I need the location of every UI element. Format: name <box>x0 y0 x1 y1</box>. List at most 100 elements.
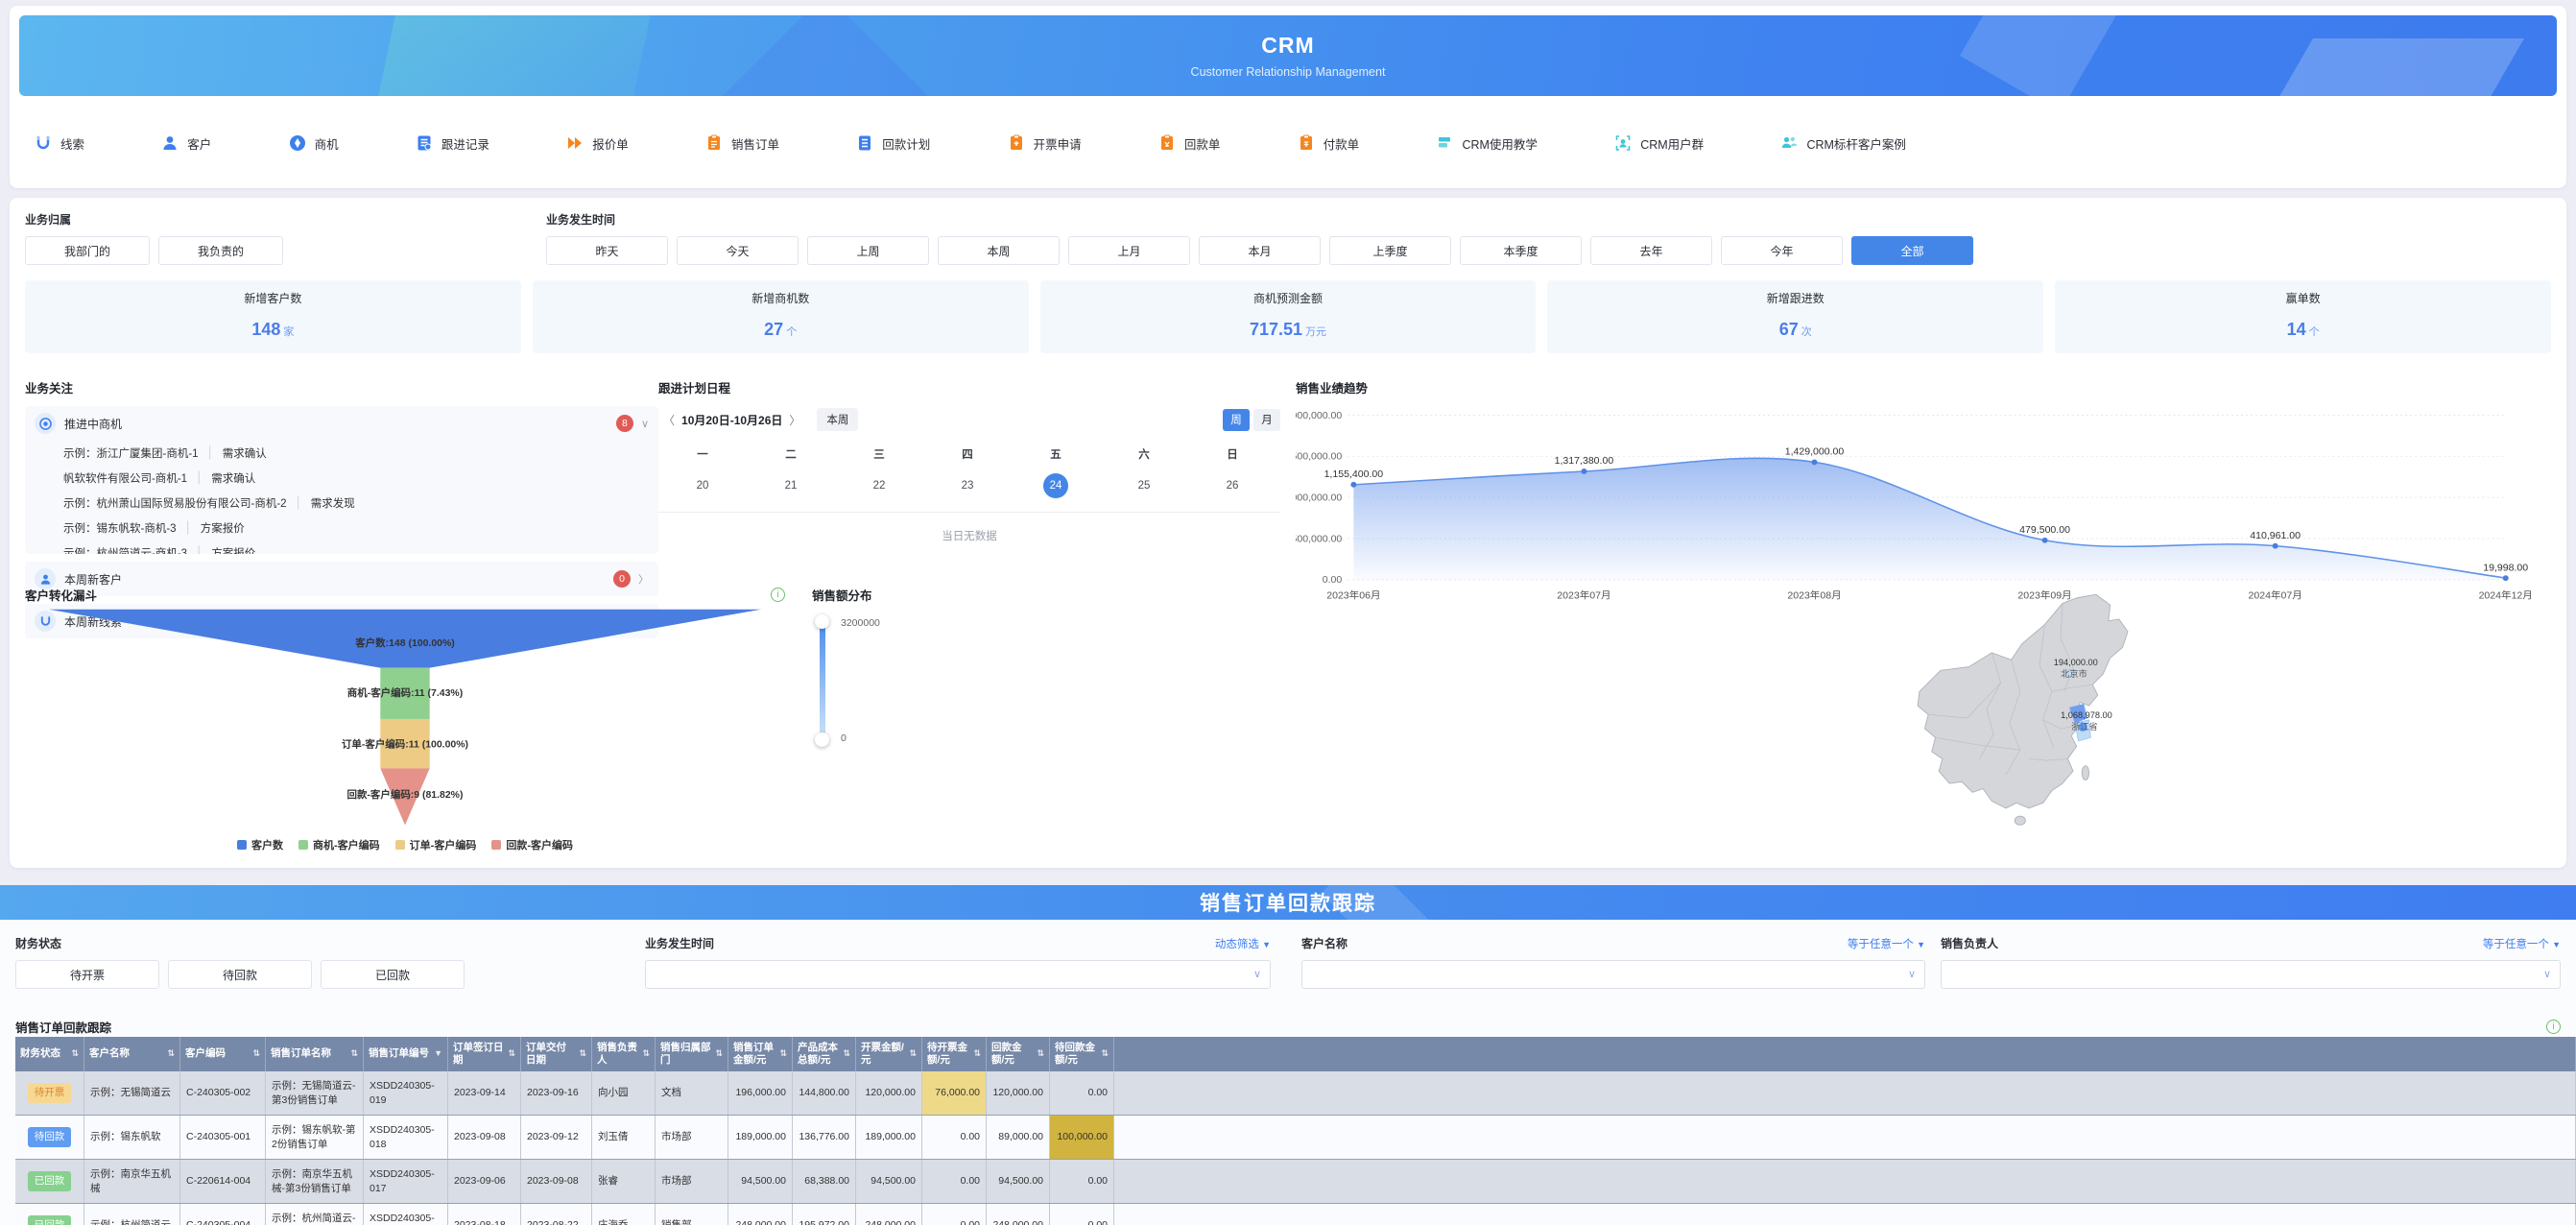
trend-area-chart[interactable]: 2,000,000.00 1,500,000.00 1,000,000.00 5… <box>1296 396 2551 610</box>
focus-item[interactable]: 帆软软件有限公司-商机-1│需求确认 <box>25 466 658 491</box>
sort-icon[interactable]: ⇅ <box>906 1048 917 1059</box>
sales-distribution-slider[interactable]: 3200000 0 <box>820 619 825 742</box>
time-option[interactable]: 上季度 <box>1329 236 1451 265</box>
table-row[interactable]: 待回款 示例：锡东帆软 C-240305-001 示例：锡东帆软-第2份销售订单… <box>15 1116 2576 1160</box>
sort-icon[interactable]: ⇅ <box>250 1048 260 1059</box>
column-header[interactable]: 开票金额/元⇅ <box>856 1037 922 1071</box>
column-header[interactable]: 回款金额/元⇅ <box>987 1037 1050 1071</box>
calendar-next-icon[interactable]: 〉 <box>784 412 805 428</box>
nav-item-商机[interactable]: 商机 <box>289 134 339 153</box>
customer-name-select[interactable]: ∨ <box>1301 960 1925 989</box>
focus-item[interactable]: 示例：锡东帆软-商机-3│方案报价 <box>25 516 658 540</box>
table-row[interactable]: 待开票 示例：无锡简道云 C-240305-002 示例：无锡简道云-第3份销售… <box>15 1071 2576 1116</box>
column-header[interactable]: 财务状态⇅ <box>15 1037 84 1071</box>
time-option[interactable]: 今年 <box>1721 236 1843 265</box>
column-header[interactable]: 销售归属部门⇅ <box>656 1037 728 1071</box>
nav-item-回款计划[interactable]: 回款计划 <box>856 134 930 153</box>
slider-min-handle[interactable] <box>815 733 829 747</box>
legend-item[interactable]: 订单-客户编码 <box>395 837 477 853</box>
map-hainan[interactable] <box>2015 816 2025 825</box>
sort-icon[interactable]: ⇅ <box>505 1048 515 1059</box>
time-option[interactable]: 本季度 <box>1460 236 1582 265</box>
calendar-date[interactable]: 26 <box>1188 473 1276 498</box>
finance-status-option[interactable]: 已回款 <box>321 960 465 989</box>
column-header[interactable]: 销售订单编号▼ <box>364 1037 448 1071</box>
nav-item-CRM标杆客户案例[interactable]: CRM标杆客户案例 <box>1780 134 1905 153</box>
sort-icon[interactable]: ⇅ <box>776 1048 787 1059</box>
sort-icon[interactable]: ⇅ <box>840 1048 850 1059</box>
time-option[interactable]: 全部 <box>1851 236 1973 265</box>
calendar-month-toggle[interactable]: 月 <box>1253 409 1280 431</box>
calendar-date[interactable]: 22 <box>835 473 923 498</box>
focus-item[interactable]: 示例：浙江广厦集团-商机-1│需求确认 <box>25 441 658 466</box>
info-icon[interactable]: i <box>771 588 785 602</box>
legend-item[interactable]: 回款-客户编码 <box>491 837 573 853</box>
chevron-right-icon[interactable]: 〉 <box>638 571 649 587</box>
china-map[interactable]: 194,000.00 北京市 1,068,978.00 浙江省 <box>1872 586 2275 851</box>
column-header[interactable]: 待回款金额/元⇅ <box>1050 1037 1114 1071</box>
column-header[interactable]: 待开票金额/元⇅ <box>922 1037 987 1071</box>
time-option[interactable]: 本周 <box>938 236 1060 265</box>
column-header[interactable]: 销售订单名称⇅ <box>266 1037 364 1071</box>
nav-item-跟进记录[interactable]: 跟进记录 <box>416 134 489 153</box>
dynamic-filter-link[interactable]: 动态筛选 ▼ <box>1215 936 1271 951</box>
nav-item-回款单[interactable]: 回款单 <box>1158 134 1221 153</box>
sort-icon[interactable]: ⇅ <box>1098 1048 1109 1059</box>
sort-icon[interactable]: ⇅ <box>639 1048 650 1059</box>
funnel-shape[interactable]: 客户数:148 (100.00%) 商机-客户编码:11 (7.43%) 订单-… <box>25 604 785 832</box>
focus-item[interactable]: 示例：杭州简道云-商机-3│方案报价 <box>25 540 658 554</box>
calendar-date[interactable]: 25 <box>1100 473 1188 498</box>
order-time-select[interactable]: ∨ <box>645 960 1271 989</box>
sort-desc-icon[interactable]: ▼ <box>431 1048 442 1059</box>
calendar-week-toggle[interactable]: 周 <box>1223 409 1250 431</box>
calendar-date[interactable]: 20 <box>658 473 747 498</box>
time-option[interactable]: 昨天 <box>546 236 668 265</box>
time-option[interactable]: 上周 <box>807 236 929 265</box>
info-icon[interactable]: i <box>2546 1020 2561 1034</box>
table-row[interactable]: 已回款 示例：杭州简道云 C-240305-004 示例：杭州简道云-第2份销售… <box>15 1204 2576 1225</box>
table-row[interactable]: 已回款 示例：南京华五机械 C-220614-004 示例：南京华五机械-第3份… <box>15 1160 2576 1204</box>
map-mainland[interactable] <box>1918 594 2128 808</box>
nav-item-付款单[interactable]: 付款单 <box>1298 134 1360 153</box>
sort-icon[interactable]: ⇅ <box>576 1048 586 1059</box>
equals-any-link[interactable]: 等于任意一个 ▼ <box>2483 936 2561 951</box>
calendar-date[interactable]: 23 <box>923 473 1012 498</box>
calendar-this-week-button[interactable]: 本周 <box>817 408 858 431</box>
nav-item-线索[interactable]: 线索 <box>35 134 84 153</box>
calendar-prev-icon[interactable]: 〈 <box>658 412 680 428</box>
sales-owner-select[interactable]: ∨ <box>1941 960 2561 989</box>
legend-item[interactable]: 客户数 <box>237 837 283 853</box>
calendar-date[interactable]: 21 <box>747 473 835 498</box>
nav-item-客户[interactable]: 客户 <box>161 134 211 153</box>
finance-status-option[interactable]: 待回款 <box>168 960 312 989</box>
map-taiwan[interactable] <box>2082 766 2088 781</box>
sort-icon[interactable]: ⇅ <box>68 1048 79 1059</box>
nav-item-CRM用户群[interactable]: CRM用户群 <box>1614 134 1704 153</box>
equals-any-link[interactable]: 等于任意一个 ▼ <box>1848 936 1925 951</box>
focus-item[interactable]: 示例：杭州萧山国际贸易股份有限公司-商机-2│需求发现 <box>25 491 658 516</box>
nav-item-销售订单[interactable]: 销售订单 <box>705 134 779 153</box>
column-header[interactable]: 产品成本总额/元⇅ <box>793 1037 856 1071</box>
time-option[interactable]: 上月 <box>1068 236 1190 265</box>
nav-item-开票申请[interactable]: 开票申请 <box>1008 134 1082 153</box>
sort-icon[interactable]: ⇅ <box>164 1048 175 1059</box>
column-header[interactable]: 销售订单金额/元⇅ <box>728 1037 793 1071</box>
sort-icon[interactable]: ⇅ <box>712 1048 723 1059</box>
column-header[interactable]: 销售负责人⇅ <box>592 1037 656 1071</box>
ownership-option[interactable]: 我部门的 <box>25 236 150 265</box>
sort-icon[interactable]: ⇅ <box>1034 1048 1044 1059</box>
sort-icon[interactable]: ⇅ <box>970 1048 981 1059</box>
chevron-down-icon[interactable]: ∨ <box>641 418 649 430</box>
column-header[interactable]: 订单签订日期⇅ <box>448 1037 521 1071</box>
nav-item-报价单[interactable]: 报价单 <box>566 134 629 153</box>
time-option[interactable]: 本月 <box>1199 236 1321 265</box>
finance-status-option[interactable]: 待开票 <box>15 960 159 989</box>
ownership-option[interactable]: 我负责的 <box>158 236 283 265</box>
time-option[interactable]: 今天 <box>677 236 799 265</box>
focus-group-header[interactable]: 推进中商机 8 ∨ <box>25 406 658 441</box>
sort-icon[interactable]: ⇅ <box>347 1048 358 1059</box>
column-header[interactable]: 订单交付日期⇅ <box>521 1037 592 1071</box>
time-option[interactable]: 去年 <box>1590 236 1712 265</box>
column-header[interactable]: 客户名称⇅ <box>84 1037 180 1071</box>
legend-item[interactable]: 商机-客户编码 <box>298 837 380 853</box>
